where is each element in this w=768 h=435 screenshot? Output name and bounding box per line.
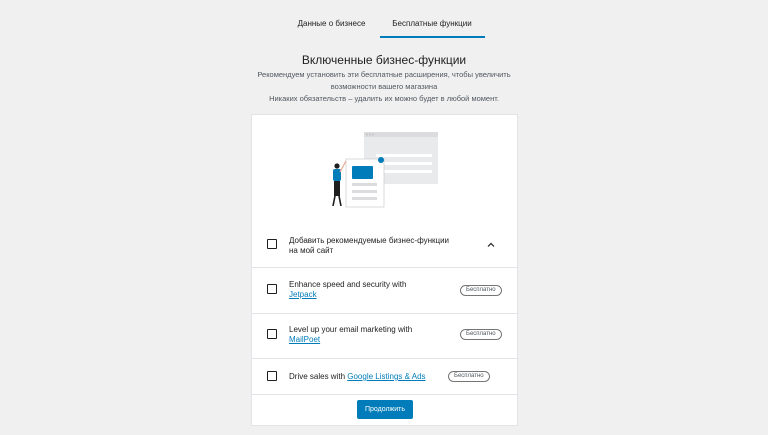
free-badge: Бесплатно xyxy=(460,329,502,340)
free-badge: Бесплатно xyxy=(460,285,502,296)
master-label-line: Добавить рекомендуемые бизнес-функции xyxy=(289,236,450,245)
mailpoet-text: Level up your email marketing with xyxy=(289,325,413,334)
mailpoet-checkbox[interactable] xyxy=(267,329,277,339)
list-item-mailpoet: Level up your email marketing with MailP… xyxy=(252,314,517,359)
subtitle-line: Рекомендуем установить эти бесплатные ра… xyxy=(257,70,511,79)
google-listings-link[interactable]: Google Listings & Ads xyxy=(347,372,425,381)
jetpack-label: Enhance speed and security with Jetpack xyxy=(289,280,406,300)
subtitle-line: Никаких обязательств – удалить их можно … xyxy=(269,94,499,103)
subtitle-line: возможности вашего магазина xyxy=(330,82,438,91)
mailpoet-link[interactable]: MailPoet xyxy=(289,335,320,344)
list-item-jetpack: Enhance speed and security with Jetpack … xyxy=(252,268,517,314)
tab-free-features[interactable]: Бесплатные функции xyxy=(379,12,485,38)
tab-business-details[interactable]: Данные о бизнесе xyxy=(284,12,380,38)
page-title: Включенные бизнес-функции xyxy=(301,53,467,67)
master-label: Добавить рекомендуемые бизнес-функции на… xyxy=(289,236,449,256)
chevron-up-icon[interactable] xyxy=(486,240,496,250)
mailpoet-label: Level up your email marketing with MailP… xyxy=(289,325,412,345)
jetpack-text: Enhance speed and security with xyxy=(289,280,407,289)
illustration xyxy=(332,132,438,208)
master-label-line: на мой сайт xyxy=(289,246,334,255)
google-listings-checkbox[interactable] xyxy=(267,371,277,381)
jetpack-checkbox[interactable] xyxy=(267,284,277,294)
continue-button[interactable]: Продолжить xyxy=(357,400,413,419)
extensions-card: Добавить рекомендуемые бизнес-функции на… xyxy=(251,114,518,426)
jetpack-link[interactable]: Jetpack xyxy=(289,290,317,299)
list-item-google-listings: Drive sales with Google Listings & Ads Б… xyxy=(252,359,517,395)
master-row: Добавить рекомендуемые бизнес-функции на… xyxy=(252,227,517,268)
page-subtitle: Рекомендуем установить эти бесплатные ра… xyxy=(0,69,768,105)
tabs-bar: Данные о бизнесе Бесплатные функции xyxy=(0,12,768,38)
google-listings-label: Drive sales with Google Listings & Ads xyxy=(289,372,426,382)
master-checkbox[interactable] xyxy=(267,239,277,249)
google-listings-text: Drive sales with xyxy=(289,372,348,381)
free-badge: Бесплатно xyxy=(448,371,490,382)
